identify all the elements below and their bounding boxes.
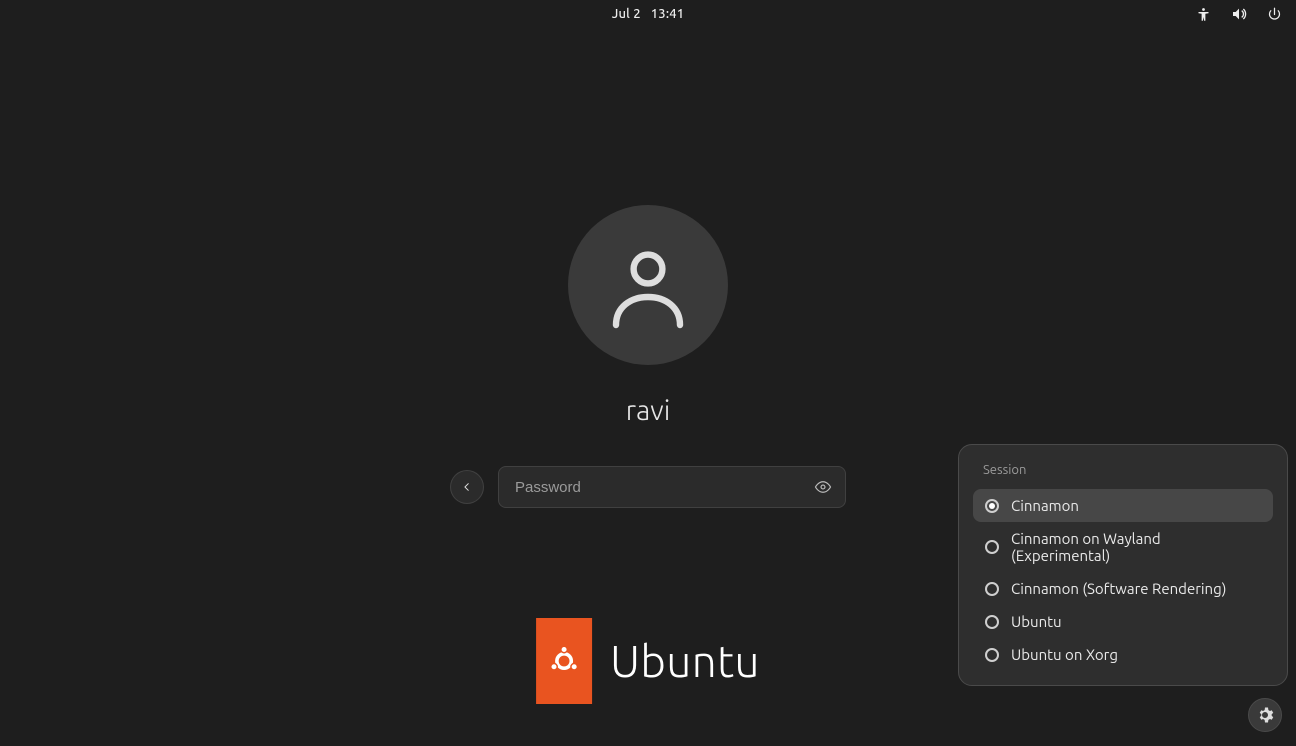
session-option-label: Ubuntu on Xorg	[1011, 646, 1118, 663]
distro-name: Ubuntu	[610, 637, 760, 686]
session-option[interactable]: Cinnamon on Wayland (Experimental)	[973, 522, 1273, 572]
chevron-left-icon	[462, 481, 472, 493]
top-bar: Jul 2 13:41	[0, 0, 1296, 28]
session-options-list: Cinnamon Cinnamon on Wayland (Experimenta…	[973, 489, 1273, 671]
show-password-button[interactable]	[811, 475, 835, 499]
password-field-wrapper	[498, 466, 846, 508]
radio-icon	[985, 648, 999, 662]
session-option[interactable]: Ubuntu on Xorg	[973, 638, 1273, 671]
session-option-label: Ubuntu	[1011, 613, 1062, 630]
radio-icon	[985, 582, 999, 596]
username-label: ravi	[626, 395, 671, 426]
session-option-label: Cinnamon (Software Rendering)	[1011, 580, 1226, 597]
password-row	[450, 466, 846, 508]
session-heading: Session	[983, 463, 1273, 477]
login-panel: ravi	[450, 205, 846, 508]
session-option[interactable]: Ubuntu	[973, 605, 1273, 638]
volume-icon[interactable]	[1231, 6, 1247, 22]
time-label: 13:41	[651, 7, 685, 21]
radio-icon	[985, 540, 999, 554]
radio-icon	[985, 615, 999, 629]
session-option[interactable]: Cinnamon (Software Rendering)	[973, 572, 1273, 605]
accessibility-icon[interactable]	[1196, 7, 1211, 22]
distro-brand: Ubuntu	[536, 618, 760, 704]
ubuntu-logo-icon	[546, 643, 582, 679]
ubuntu-tile	[536, 618, 592, 704]
back-button[interactable]	[450, 470, 484, 504]
user-avatar	[568, 205, 728, 365]
password-input[interactable]	[513, 478, 811, 497]
session-option[interactable]: Cinnamon	[973, 489, 1273, 522]
radio-icon	[985, 499, 999, 513]
eye-icon	[814, 478, 832, 496]
session-option-label: Cinnamon on Wayland (Experimental)	[1011, 530, 1261, 564]
system-tray	[1196, 0, 1282, 28]
user-icon	[600, 237, 696, 333]
session-option-label: Cinnamon	[1011, 497, 1079, 514]
session-chooser-popup: Session Cinnamon Cinnamon on Wayland (Exp…	[958, 444, 1288, 686]
session-settings-button[interactable]	[1248, 698, 1282, 732]
gear-icon	[1256, 706, 1274, 724]
date-label: Jul 2	[612, 7, 641, 21]
clock[interactable]: Jul 2 13:41	[612, 7, 685, 21]
power-icon[interactable]	[1267, 7, 1282, 22]
